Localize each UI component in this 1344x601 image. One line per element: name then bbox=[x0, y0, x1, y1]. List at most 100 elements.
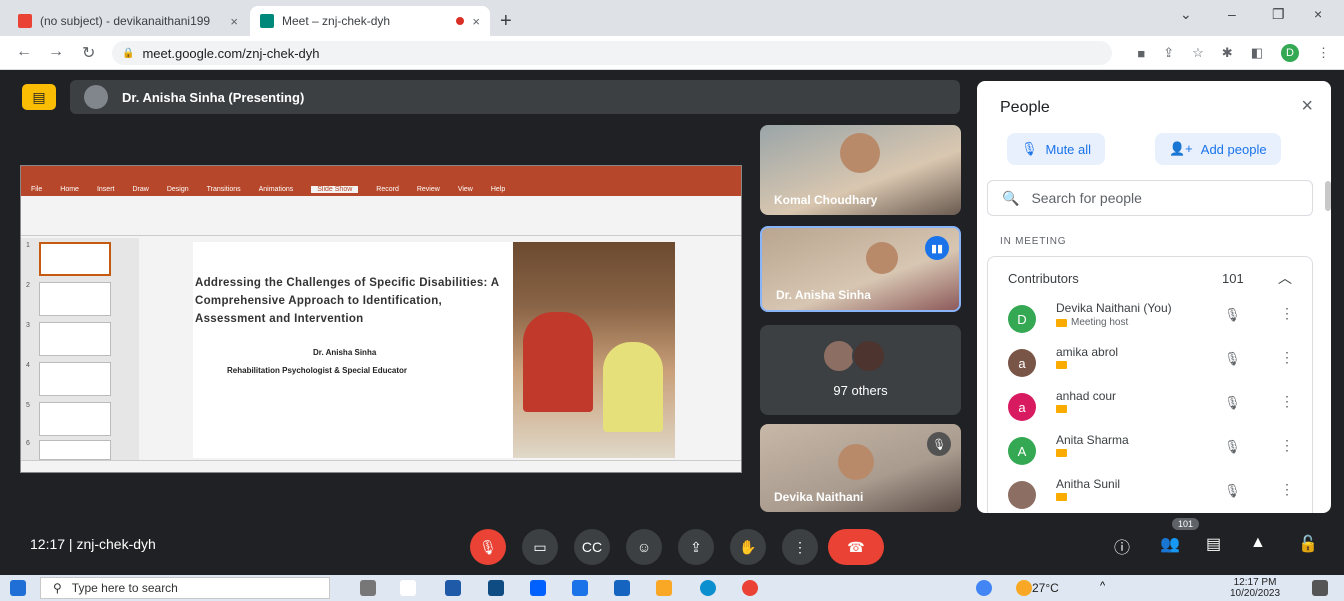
mic-off-icon[interactable]: 🎙 bbox=[1224, 351, 1241, 367]
participant-tile[interactable]: Komal Choudhary bbox=[760, 125, 961, 215]
captions-button[interactable]: CC bbox=[574, 529, 610, 565]
list-item[interactable]: a amika abrol 🎙 ⋮ bbox=[988, 343, 1314, 387]
tab-meet[interactable]: Meet – znj-chek-dyh × bbox=[250, 6, 490, 36]
chevron-up-icon[interactable]: ︿ bbox=[1278, 268, 1292, 288]
info-icon[interactable]: ⓘ bbox=[1114, 534, 1130, 558]
ppt-tab: Review bbox=[416, 185, 440, 193]
close-icon[interactable]: × bbox=[230, 14, 238, 29]
app-icon[interactable] bbox=[572, 580, 588, 596]
browser-tab-bar: (no subject) - devikanaithani199 × Meet … bbox=[0, 0, 1344, 36]
host-icon bbox=[1056, 361, 1067, 369]
back-icon[interactable]: ← bbox=[16, 43, 32, 61]
address-bar: ← → ↻ 🔒 meet.google.com/znj-chek-dyh ■ ⇪… bbox=[0, 36, 1344, 70]
thumb-number: 6 bbox=[26, 440, 30, 447]
task-view-icon[interactable] bbox=[360, 580, 376, 596]
close-icon[interactable]: × bbox=[472, 14, 480, 29]
ppt-tab: Home bbox=[60, 185, 79, 193]
app-icon[interactable] bbox=[445, 580, 461, 596]
meet-logo-icon[interactable]: ▤ bbox=[22, 84, 56, 110]
participant-name: anhad cour bbox=[1056, 389, 1117, 403]
extensions-icon[interactable]: ✱ bbox=[1222, 45, 1233, 61]
ppt-tab: Animations bbox=[258, 185, 294, 193]
slide-photo bbox=[513, 242, 675, 458]
camera-indicator-icon[interactable]: ■ bbox=[1137, 46, 1145, 61]
more-options-icon[interactable]: ⋮ bbox=[1280, 305, 1294, 322]
tab-search-icon[interactable]: ⌄ bbox=[1180, 6, 1192, 23]
more-options-icon[interactable]: ⋮ bbox=[1280, 393, 1294, 410]
menu-icon[interactable]: ⋮ bbox=[1317, 45, 1330, 61]
more-options-button[interactable]: ⋮ bbox=[782, 529, 818, 565]
profile-avatar[interactable]: D bbox=[1281, 44, 1299, 62]
leave-call-button[interactable]: ☎ bbox=[828, 529, 884, 565]
mail-icon[interactable] bbox=[488, 580, 504, 596]
forward-icon[interactable]: → bbox=[48, 43, 64, 61]
taskbar-search-input[interactable]: ⚲ Type here to search bbox=[40, 577, 330, 599]
side-panel-icon[interactable]: ◧ bbox=[1251, 45, 1263, 61]
app-icon[interactable] bbox=[614, 580, 630, 596]
status-icon[interactable] bbox=[976, 580, 992, 596]
clock[interactable]: 12:17 PM 10/20/2023 bbox=[1230, 577, 1280, 599]
new-tab-button[interactable]: + bbox=[500, 10, 512, 33]
slide-heading: Addressing the Challenges of Specific Di… bbox=[195, 277, 499, 325]
reload-icon[interactable]: ↻ bbox=[82, 43, 95, 63]
share-icon[interactable]: ⇪ bbox=[1163, 45, 1174, 61]
emoji-button[interactable]: ☺ bbox=[626, 529, 662, 565]
search-icon: ⚲ bbox=[53, 581, 62, 595]
mute-all-button[interactable]: 🎙 Mute all bbox=[1007, 133, 1106, 165]
list-item[interactable]: a anhad cour 🎙 ⋮ bbox=[988, 387, 1314, 431]
close-icon[interactable]: × bbox=[1301, 95, 1313, 118]
chrome-icon[interactable] bbox=[742, 580, 758, 596]
section-heading: IN MEETING bbox=[1000, 236, 1067, 247]
edge-icon[interactable] bbox=[700, 580, 716, 596]
camera-button[interactable]: ▭ bbox=[522, 529, 558, 565]
restore-button[interactable]: ❐ bbox=[1272, 6, 1285, 23]
scrollbar[interactable] bbox=[1325, 181, 1331, 211]
list-item[interactable]: Anitha Sunil 🎙 ⋮ bbox=[988, 475, 1314, 513]
file-explorer-icon[interactable] bbox=[656, 580, 672, 596]
ppt-tab: View bbox=[457, 185, 473, 193]
more-options-icon[interactable]: ⋮ bbox=[1280, 349, 1294, 366]
mic-off-button[interactable]: 🎙 bbox=[470, 529, 506, 565]
dropbox-icon[interactable] bbox=[530, 580, 546, 596]
close-window-button[interactable]: × bbox=[1314, 6, 1322, 22]
chat-icon[interactable]: ▤ bbox=[1206, 534, 1221, 554]
participant-name: Devika Naithani bbox=[774, 490, 864, 504]
meet-icon bbox=[260, 14, 274, 28]
url-text: meet.google.com/znj-chek-dyh bbox=[142, 45, 320, 61]
mic-off-icon[interactable]: 🎙 bbox=[1224, 439, 1241, 455]
search-input[interactable]: 🔍 Search for people bbox=[987, 180, 1313, 216]
student-figure bbox=[523, 312, 593, 412]
chevron-up-icon[interactable]: ^ bbox=[1100, 580, 1116, 596]
raise-hand-button[interactable]: ✋ bbox=[730, 529, 766, 565]
list-item[interactable]: D Devika Naithani (You) Meeting host 🎙 ⋮ bbox=[988, 299, 1314, 343]
list-item[interactable]: A Anita Sharma 🎙 ⋮ bbox=[988, 431, 1314, 475]
bookmark-star-icon[interactable]: ☆ bbox=[1192, 45, 1204, 61]
app-icon[interactable] bbox=[400, 580, 416, 596]
avatar bbox=[1008, 481, 1036, 509]
more-options-icon[interactable]: ⋮ bbox=[1280, 481, 1294, 498]
mic-off-icon[interactable]: 🎙 bbox=[1224, 483, 1241, 499]
tab-gmail[interactable]: (no subject) - devikanaithani199 × bbox=[8, 6, 248, 36]
add-people-button[interactable]: 👤+ Add people bbox=[1155, 133, 1281, 165]
participant-role: Meeting host bbox=[1056, 317, 1128, 328]
activities-icon[interactable]: ▲ bbox=[1250, 534, 1266, 552]
start-icon[interactable] bbox=[10, 580, 26, 596]
lock-icon: 🔒 bbox=[122, 47, 135, 59]
notifications-icon[interactable] bbox=[1312, 580, 1328, 596]
others-avatars bbox=[822, 339, 886, 373]
weather-text[interactable]: 27°C bbox=[1032, 581, 1059, 595]
search-placeholder: Type here to search bbox=[71, 581, 178, 595]
participant-tile[interactable]: ▮▮ Dr. Anisha Sinha bbox=[760, 226, 961, 312]
people-icon[interactable]: 👥 bbox=[1160, 534, 1180, 554]
others-tile[interactable]: 97 others bbox=[760, 325, 961, 415]
minimize-button[interactable]: – bbox=[1228, 6, 1236, 22]
ppt-tab: Draw bbox=[132, 185, 149, 193]
mic-off-icon[interactable]: 🎙 bbox=[1224, 307, 1241, 323]
host-controls-icon[interactable]: 🔓 bbox=[1298, 534, 1318, 554]
more-options-icon[interactable]: ⋮ bbox=[1280, 437, 1294, 454]
participant-tile[interactable]: 🎙 Devika Naithani bbox=[760, 424, 961, 512]
present-button[interactable]: ⇪ bbox=[678, 529, 714, 565]
mic-off-icon[interactable]: 🎙 bbox=[1224, 395, 1241, 411]
url-field[interactable]: 🔒 meet.google.com/znj-chek-dyh bbox=[112, 41, 1112, 65]
participant-role bbox=[1056, 361, 1067, 369]
